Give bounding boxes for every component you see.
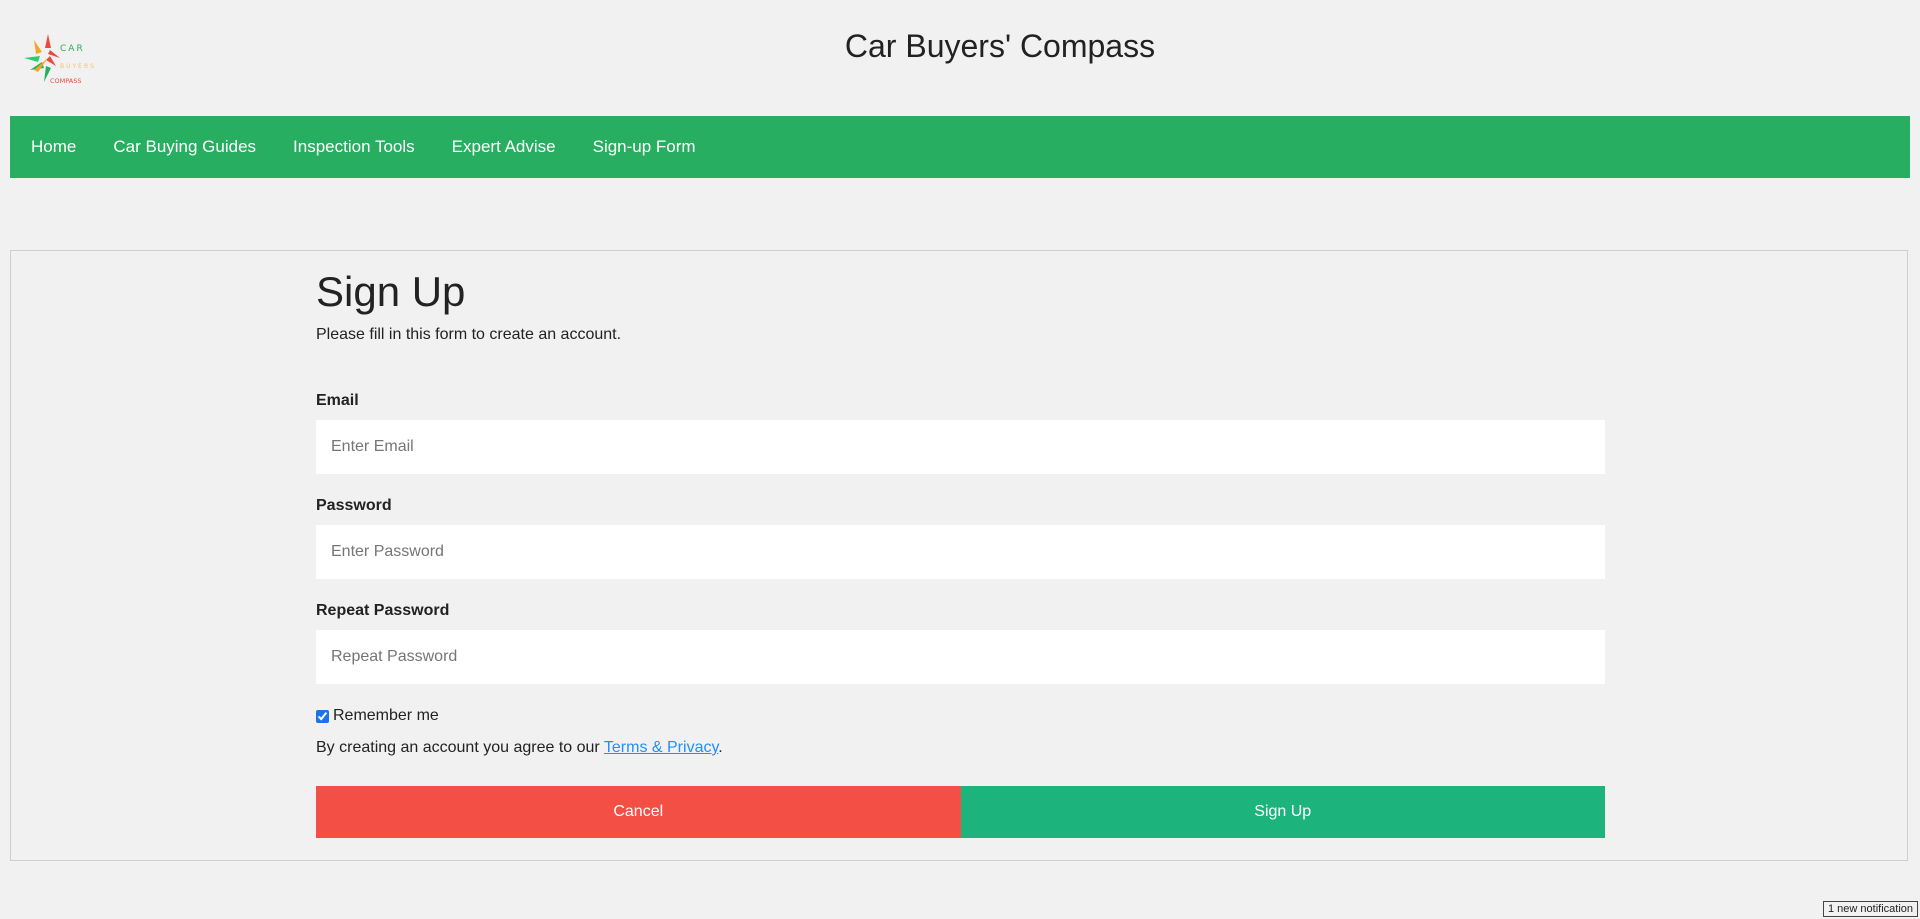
nav-item-car-buying-guides[interactable]: Car Buying Guides [92, 116, 272, 178]
notification-badge[interactable]: 1 new notification [1823, 901, 1918, 917]
svg-text:COMPASS: COMPASS [50, 77, 81, 85]
nav-item-expert-advise[interactable]: Expert Advise [431, 116, 572, 178]
remember-me-label: Remember me [333, 707, 439, 724]
nav-item-home[interactable]: Home [10, 116, 92, 178]
cancel-button[interactable]: Cancel [316, 786, 961, 838]
password-label: Password [316, 497, 392, 514]
remember-me-checkbox[interactable] [316, 709, 329, 723]
remember-me[interactable]: Remember me [316, 707, 439, 725]
form-subtitle: Please fill in this form to create an ac… [316, 326, 622, 343]
terms-suffix: . [718, 739, 723, 756]
signup-button[interactable]: Sign Up [960, 786, 1605, 838]
repeat-password-label: Repeat Password [316, 602, 450, 619]
terms-prefix: By creating an account you agree to our [316, 739, 604, 756]
nav-item-signup-form[interactable]: Sign-up Form [572, 116, 712, 178]
nav-item-inspection-tools[interactable]: Inspection Tools [272, 116, 431, 178]
terms-privacy-link[interactable]: Terms & Privacy [604, 739, 718, 756]
main-navbar: Home Car Buying Guides Inspection Tools … [10, 116, 1910, 178]
site-title: Car Buyers' Compass [844, 28, 1156, 64]
signup-form: Sign Up Please fill in this form to crea… [316, 251, 1605, 838]
terms-text: By creating an account you agree to our … [316, 739, 723, 757]
email-label: Email [316, 392, 359, 409]
email-input[interactable] [316, 420, 1605, 474]
password-input[interactable] [316, 525, 1605, 579]
site-header: CAR BUYERS COMPASS Car Buyers' Compass [0, 0, 1920, 116]
signup-form-panel: Sign Up Please fill in this form to crea… [10, 250, 1908, 861]
form-title: Sign Up [316, 268, 466, 315]
form-buttons: Cancel Sign Up [316, 786, 1605, 838]
repeat-password-input[interactable] [316, 630, 1605, 684]
